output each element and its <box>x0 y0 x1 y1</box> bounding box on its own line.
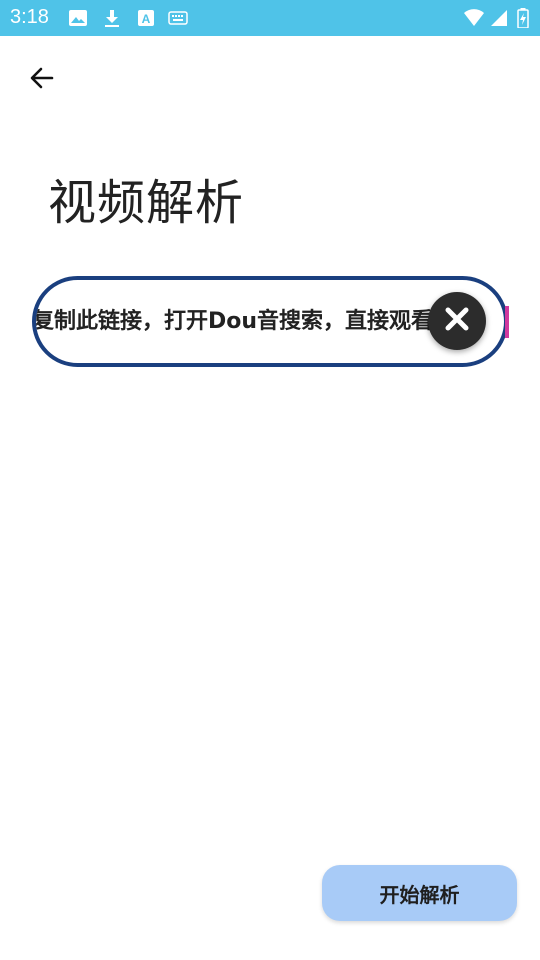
page-title: 视频解析 <box>48 175 245 231</box>
back-button[interactable] <box>22 60 62 100</box>
image-icon <box>68 8 88 32</box>
keyboard-icon <box>168 8 188 32</box>
text-cursor <box>505 306 509 338</box>
arrow-left-icon <box>28 64 56 96</box>
start-parse-button[interactable]: 开始解析 <box>322 865 517 921</box>
status-time: 3:18 <box>10 6 49 28</box>
battery-charging-icon <box>517 8 529 32</box>
font-icon: A <box>136 8 156 32</box>
status-bar: 3:18 A <box>0 0 540 36</box>
svg-text:A: A <box>142 12 151 26</box>
close-icon <box>443 305 471 337</box>
wifi-icon <box>463 8 485 32</box>
clear-button[interactable] <box>428 292 486 350</box>
signal-icon <box>489 8 509 32</box>
download-icon <box>102 8 122 32</box>
